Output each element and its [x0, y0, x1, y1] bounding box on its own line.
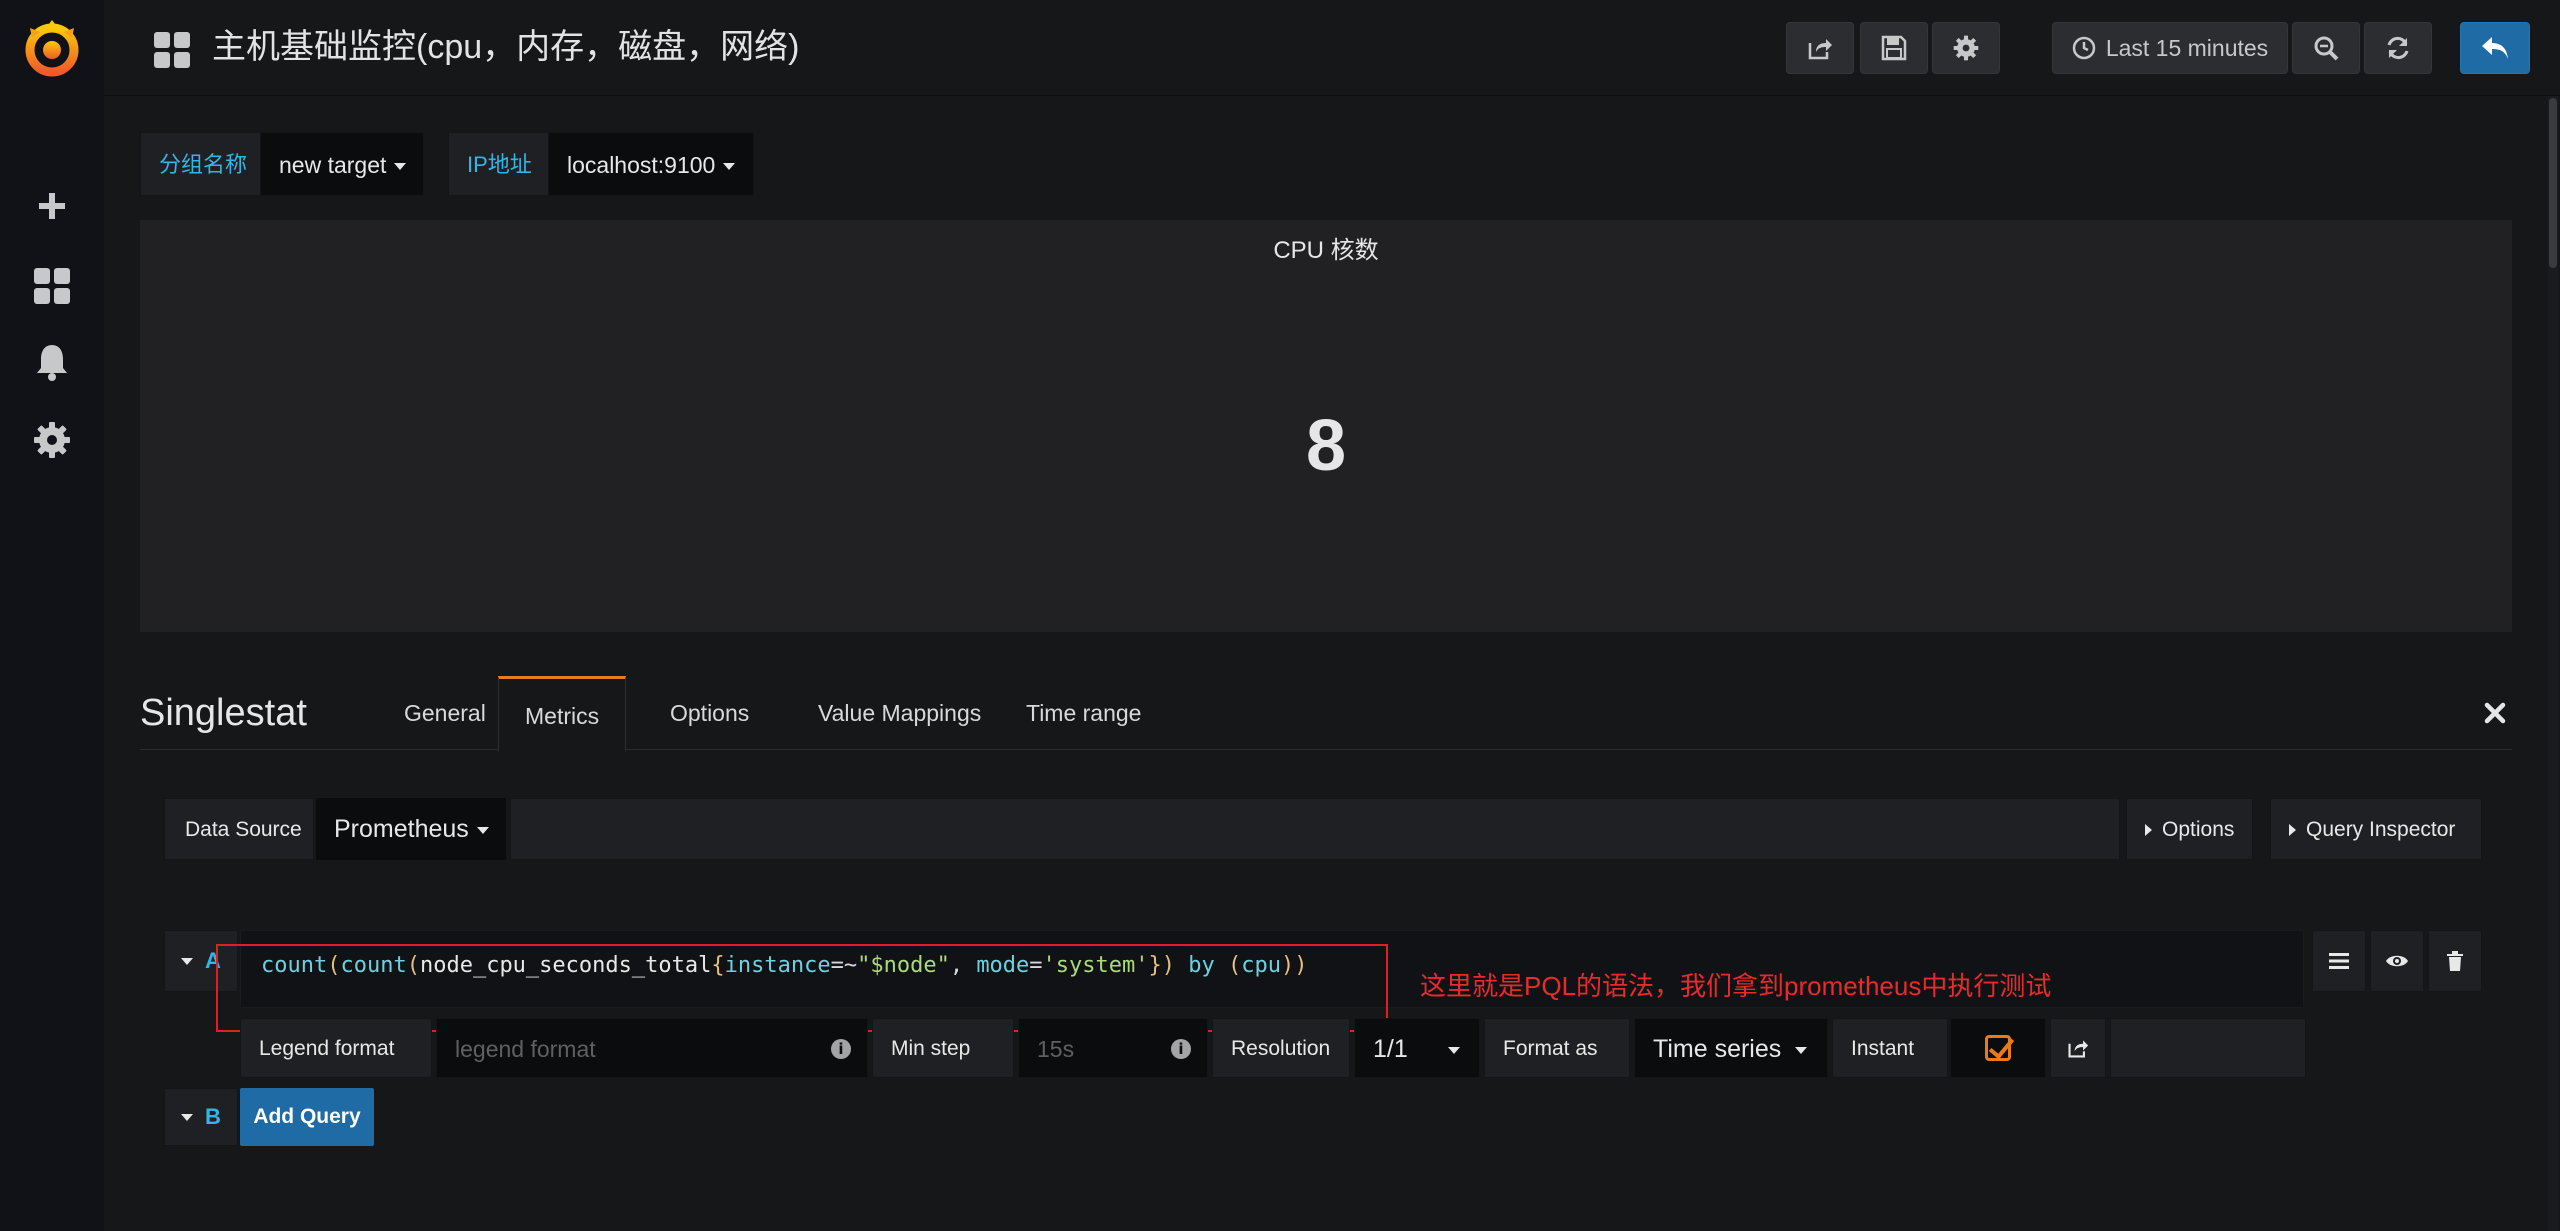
- datasource-label: Data Source: [164, 798, 314, 860]
- dashboard-title[interactable]: 主机基础监控(cpu，内存，磁盘，网络): [212, 22, 799, 72]
- query-inspector-button[interactable]: Query Inspector: [2270, 798, 2482, 860]
- resolution-label: Resolution: [1212, 1018, 1350, 1078]
- info-icon[interactable]: i: [1171, 1039, 1191, 1059]
- info-icon[interactable]: i: [831, 1039, 851, 1059]
- variable-label-ip: IP地址: [448, 132, 551, 196]
- back-to-dashboard-button[interactable]: [2460, 22, 2530, 74]
- instant-checkbox[interactable]: [1950, 1018, 2046, 1078]
- caret-down-icon: [1795, 1046, 1808, 1054]
- caret-down-icon: [181, 957, 194, 965]
- gear-icon[interactable]: [28, 416, 76, 464]
- panel-stat-value: 8: [1305, 406, 1347, 486]
- query-delete-button[interactable]: [2428, 930, 2482, 992]
- caret-down-icon: [1447, 1046, 1460, 1054]
- instant-label: Instant: [1832, 1018, 1948, 1078]
- query-b-toggle[interactable]: B: [164, 1088, 238, 1146]
- legend-format-label: Legend format: [240, 1018, 432, 1078]
- singlestat-panel[interactable]: CPU 核数 8: [140, 220, 2512, 632]
- save-icon: [1881, 35, 1907, 61]
- annotation-text: 这里就是PQL的语法，我们拿到prometheus中执行测试: [1420, 971, 2052, 1001]
- share-button[interactable]: [1786, 22, 1854, 74]
- options-toggle-button[interactable]: Options: [2126, 798, 2254, 860]
- query-b-letter: B: [205, 1104, 221, 1129]
- options-row-filler: [2110, 1018, 2306, 1078]
- query-toggle-visibility-button[interactable]: [2370, 930, 2424, 992]
- variable-select-group[interactable]: new target: [260, 132, 424, 196]
- tab-value-mappings[interactable]: Value Mappings: [792, 676, 1007, 750]
- dashboard-settings-button[interactable]: [1932, 22, 2000, 74]
- datasource-filler: [510, 798, 2120, 860]
- panel-editor-tabs: Singlestat General Metrics Options Value…: [140, 676, 2512, 752]
- grafana-logo[interactable]: [18, 14, 86, 82]
- variable-value-ip: localhost:9100: [567, 152, 716, 178]
- datasource-select[interactable]: Prometheus: [316, 798, 506, 860]
- resolution-value: 1/1: [1373, 1035, 1408, 1063]
- caret-down-icon: [476, 826, 489, 834]
- caret-down-icon: [723, 163, 736, 171]
- legend-format-input[interactable]: legend format i: [436, 1018, 868, 1078]
- refresh-button[interactable]: [2364, 22, 2432, 74]
- query-menu-button[interactable]: [2312, 930, 2366, 992]
- time-picker-button[interactable]: Last 15 minutes: [2052, 22, 2288, 74]
- legend-format-placeholder: legend format: [455, 1036, 596, 1062]
- eye-icon: [2386, 955, 2408, 967]
- format-as-select[interactable]: Time series: [1634, 1018, 1828, 1078]
- min-step-placeholder: 15s: [1037, 1036, 1075, 1062]
- dashboards-icon[interactable]: [28, 262, 76, 310]
- close-editor-button[interactable]: [2478, 696, 2512, 730]
- settings-icon: [1953, 35, 1979, 61]
- tab-time-range[interactable]: Time range: [1000, 676, 1167, 750]
- add-query-button[interactable]: Add Query: [240, 1088, 374, 1146]
- tab-metrics[interactable]: Metrics: [498, 676, 627, 752]
- tab-general[interactable]: General: [378, 676, 512, 750]
- refresh-icon: [2387, 36, 2409, 60]
- back-icon: [2482, 37, 2508, 59]
- sidebar: [0, 0, 104, 1231]
- format-as-label: Format as: [1484, 1018, 1630, 1078]
- share-icon: [2068, 1040, 2089, 1058]
- editor-title: Singlestat: [140, 692, 307, 734]
- variable-value-group: new target: [279, 152, 387, 178]
- zoom-out-icon: [2314, 36, 2339, 61]
- caret-right-icon: [2289, 824, 2296, 837]
- options-toggle-label: Options: [2162, 818, 2235, 841]
- variable-select-ip[interactable]: localhost:9100: [548, 132, 754, 196]
- plus-icon[interactable]: [28, 182, 76, 230]
- min-step-label: Min step: [872, 1018, 1014, 1078]
- format-as-value: Time series: [1653, 1035, 1782, 1063]
- close-icon: [2484, 702, 2506, 724]
- resolution-select[interactable]: 1/1: [1354, 1018, 1480, 1078]
- tab-options[interactable]: Options: [644, 676, 775, 750]
- checkbox-checked-icon: [1985, 1035, 2011, 1061]
- bell-icon[interactable]: [28, 338, 76, 386]
- hamburger-icon: [2329, 953, 2349, 969]
- min-step-input[interactable]: 15s i: [1018, 1018, 1208, 1078]
- dashboard-grid-icon: [154, 32, 190, 68]
- caret-down-icon: [181, 1113, 194, 1121]
- variable-label-group: 分组名称: [140, 132, 267, 196]
- clock-icon: [2072, 36, 2096, 60]
- zoom-out-button[interactable]: [2292, 22, 2360, 74]
- datasource-row: Data Source Prometheus Options Query Ins…: [164, 798, 2482, 860]
- trash-icon: [2447, 951, 2463, 971]
- share-icon: [1808, 39, 1832, 60]
- caret-down-icon: [394, 163, 407, 171]
- query-share-button[interactable]: [2050, 1018, 2106, 1078]
- datasource-value: Prometheus: [334, 815, 469, 843]
- time-range-label: Last 15 minutes: [2105, 34, 2269, 61]
- caret-right-icon: [2145, 824, 2152, 837]
- query-inspector-label: Query Inspector: [2306, 818, 2456, 841]
- save-dashboard-button[interactable]: [1860, 22, 1928, 74]
- scrollbar-thumb[interactable]: [2549, 98, 2557, 268]
